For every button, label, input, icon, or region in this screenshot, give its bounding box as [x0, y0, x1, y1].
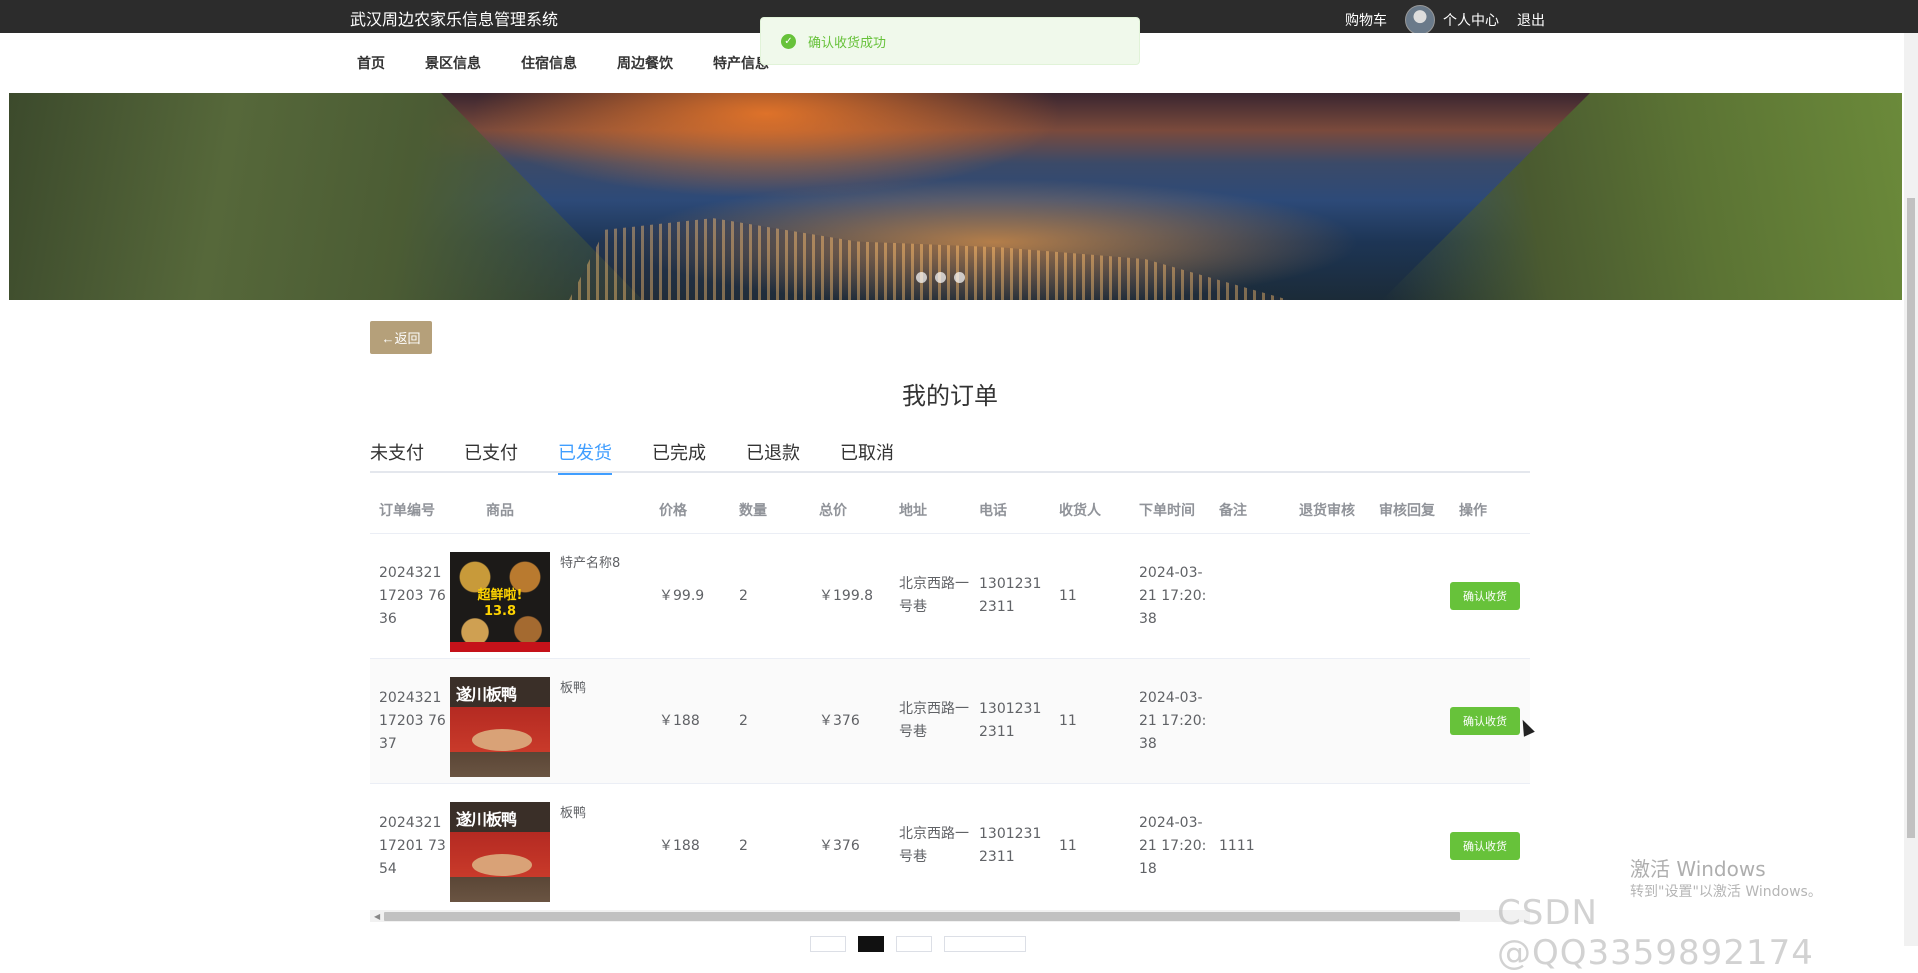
banner-carousel[interactable]	[9, 93, 1902, 300]
address: 北京西路一号巷	[899, 826, 969, 865]
scrollbar-thumb[interactable]	[1907, 198, 1915, 838]
table-horizontal-scrollbar[interactable]: ◀	[370, 910, 1530, 922]
quantity: 2	[739, 587, 748, 604]
nav-item-scenic[interactable]: 景区信息	[425, 53, 481, 73]
order-id: 202432117201 7354	[379, 814, 446, 877]
column-header: 下单时间	[1139, 503, 1195, 519]
tab-cancelled[interactable]: 已取消	[840, 439, 894, 473]
column-header: 数量	[739, 503, 767, 519]
cart-link[interactable]: 购物车	[1345, 10, 1387, 30]
nav-item-lodging[interactable]: 住宿信息	[521, 53, 577, 73]
column-header: 审核回复	[1379, 503, 1435, 519]
phone: 13012312311	[979, 576, 1042, 615]
order-time: 2024-03-21 17:20:18	[1139, 814, 1207, 877]
total: ￥376	[819, 837, 860, 854]
note: 1111	[1219, 837, 1255, 854]
column-header: 备注	[1219, 503, 1247, 519]
page-size-select[interactable]	[944, 936, 1026, 952]
table-row: 202432117201 7354 板鸭 ￥188 2 ￥376 北京西路一号巷…	[370, 784, 1530, 902]
product-name: 特产名称8	[560, 556, 621, 571]
table-row: 202432117203 7637 板鸭 ￥188 2 ￥376 北京西路一号巷…	[370, 659, 1530, 784]
product-cell: 特产名称8	[450, 540, 650, 652]
tab-paid[interactable]: 已支付	[464, 439, 518, 473]
orders-table: 订单编号 商品 价格 数量 总价 地址 电话 收货人 下单时间 备注 退货审核 …	[370, 490, 1530, 902]
total: ￥376	[819, 712, 860, 729]
action-cell: 确认收货	[1450, 832, 1530, 860]
product-image[interactable]	[450, 552, 550, 652]
banner-image-right	[1382, 93, 1902, 300]
price: ￥188	[659, 837, 700, 854]
address: 北京西路一号巷	[899, 576, 969, 615]
windows-activation-watermark: 激活 Windows	[1630, 857, 1766, 881]
csdn-watermark: CSDN @QQ3359892174	[1497, 893, 1814, 973]
prev-page-button[interactable]	[810, 936, 846, 952]
order-id: 202432117203 7637	[379, 689, 446, 752]
toast-message: 确认收货成功	[808, 35, 887, 51]
column-header: 操作	[1459, 503, 1487, 519]
receiver: 11	[1059, 587, 1077, 604]
tab-unpaid[interactable]: 未支付	[370, 439, 424, 473]
table-header: 订单编号 商品 价格 数量 总价 地址 电话 收货人 下单时间 备注 退货审核 …	[370, 490, 1530, 534]
logout-link[interactable]: 退出	[1517, 10, 1545, 30]
product-image[interactable]	[450, 802, 550, 902]
page-title: 我的订单	[902, 382, 998, 410]
profile-link[interactable]: 个人中心	[1443, 10, 1499, 30]
pagination	[810, 936, 1026, 952]
avatar[interactable]	[1405, 5, 1435, 35]
carousel-dot[interactable]	[954, 272, 965, 283]
phone: 13012312311	[979, 826, 1042, 865]
product-cell: 板鸭	[450, 790, 650, 902]
action-cell: 确认收货	[1450, 582, 1530, 610]
price: ￥188	[659, 712, 700, 729]
tab-refunded[interactable]: 已退款	[746, 439, 800, 473]
scroll-left-arrow-icon[interactable]: ◀	[374, 912, 380, 921]
column-header: 退货审核	[1299, 503, 1355, 519]
carousel-dot[interactable]	[935, 272, 946, 283]
nav-item-dining[interactable]: 周边餐饮	[617, 53, 673, 73]
success-toast: ✓ 确认收货成功	[760, 17, 1140, 65]
receiver: 11	[1059, 837, 1077, 854]
column-header: 商品	[486, 503, 514, 519]
phone: 13012312311	[979, 701, 1042, 740]
nav-item-home[interactable]: 首页	[357, 53, 385, 73]
address: 北京西路一号巷	[899, 701, 969, 740]
receiver: 11	[1059, 712, 1077, 729]
column-header: 订单编号	[379, 503, 435, 519]
order-status-tabs: 未支付 已支付 已发货 已完成 已退款 已取消	[370, 439, 1530, 475]
tab-shipped[interactable]: 已发货	[558, 439, 612, 475]
column-header: 电话	[979, 503, 1007, 519]
order-time: 2024-03-21 17:20:38	[1139, 564, 1207, 627]
product-name: 板鸭	[560, 681, 587, 696]
tab-completed[interactable]: 已完成	[652, 439, 706, 473]
check-circle-icon: ✓	[781, 33, 796, 49]
column-header: 价格	[659, 503, 687, 519]
total: ￥199.8	[819, 587, 874, 604]
next-page-button[interactable]	[896, 936, 932, 952]
quantity: 2	[739, 837, 748, 854]
top-links: 购物车 个人中心 退出	[1345, 5, 1545, 35]
column-header: 地址	[899, 503, 927, 519]
carousel-dot[interactable]	[916, 272, 927, 283]
scrollbar-thumb[interactable]	[384, 912, 1460, 921]
page-vertical-scrollbar[interactable]	[1904, 33, 1918, 946]
price: ￥99.9	[659, 587, 705, 604]
back-button[interactable]: ←返回	[370, 321, 432, 354]
carousel-indicators	[916, 272, 965, 283]
order-time: 2024-03-21 17:20:38	[1139, 689, 1207, 752]
product-image[interactable]	[450, 677, 550, 777]
order-id: 202432117203 7636	[379, 564, 446, 627]
quantity: 2	[739, 712, 748, 729]
column-header: 收货人	[1059, 503, 1101, 519]
site-title: 武汉周边农家乐信息管理系统	[350, 10, 559, 29]
confirm-receipt-button[interactable]: 确认收货	[1450, 582, 1520, 610]
confirm-receipt-button[interactable]: 确认收货	[1450, 832, 1520, 860]
column-header: 总价	[819, 503, 847, 519]
table-row: 202432117203 7636 特产名称8 ￥99.9 2 ￥199.8 北…	[370, 534, 1530, 659]
product-name: 板鸭	[560, 806, 587, 821]
confirm-receipt-button[interactable]: 确认收货	[1450, 707, 1520, 735]
product-cell: 板鸭	[450, 665, 650, 777]
current-page[interactable]	[858, 936, 884, 952]
